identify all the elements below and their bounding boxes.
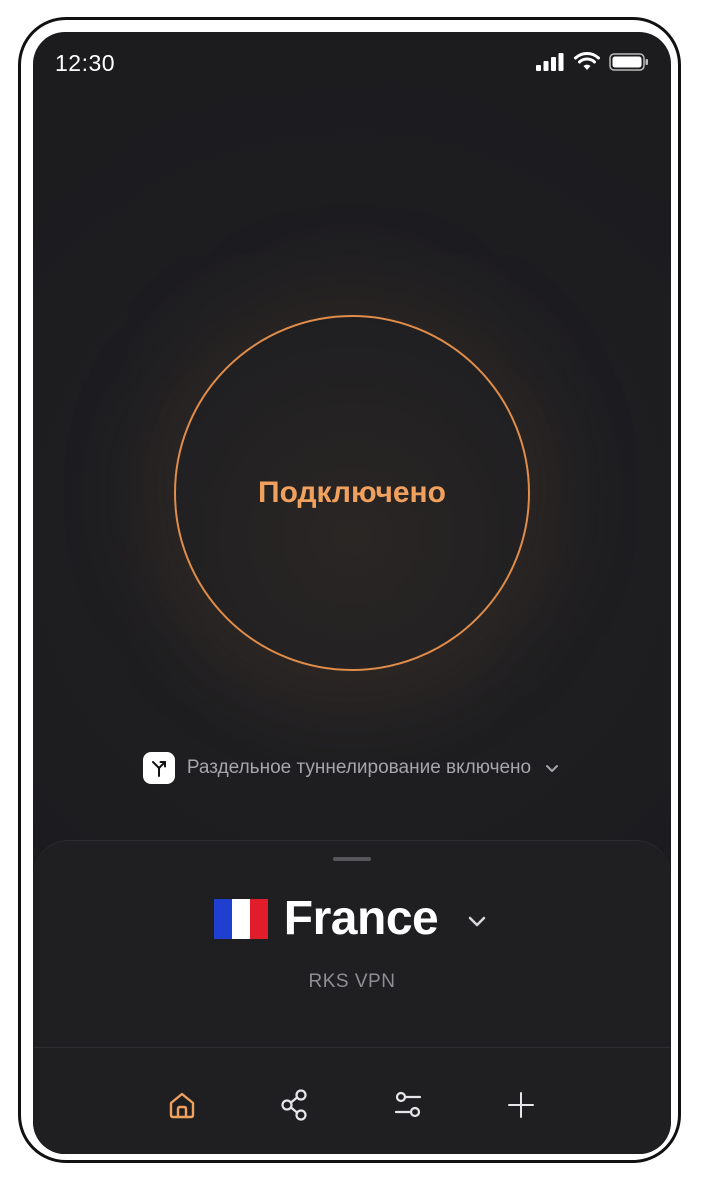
home-icon (169, 1092, 195, 1119)
country-selector[interactable]: France (33, 891, 671, 946)
add-icon (508, 1092, 534, 1118)
share-icon (281, 1089, 307, 1121)
status-time: 12:30 (55, 50, 116, 76)
country-name: France (283, 892, 439, 945)
wifi-icon (574, 52, 600, 70)
signal-icon (536, 53, 564, 71)
france-flag-icon (213, 898, 268, 939)
nav-add[interactable] (493, 1077, 549, 1133)
split-tunneling-label: Раздельное туннелирование включено (186, 757, 532, 778)
provider-name: RKS VPN (308, 971, 396, 992)
settings-sliders-icon (394, 1091, 422, 1118)
connect-button[interactable]: Подключено (174, 315, 530, 671)
chevron-down-icon (546, 765, 559, 772)
nav-divider (33, 1047, 671, 1048)
split-tunnel-icon (142, 752, 175, 784)
split-tunneling-toggle[interactable]: Раздельное туннелирование включено (33, 752, 671, 784)
nav-home[interactable] (154, 1077, 210, 1133)
nav-settings[interactable] (380, 1077, 436, 1133)
status-icons (535, 52, 649, 72)
sheet-drag-handle[interactable] (333, 857, 371, 861)
bottom-nav (33, 1077, 671, 1133)
battery-icon (609, 53, 648, 71)
connection-status-label: Подключено (258, 476, 446, 509)
chevron-down-icon (468, 916, 486, 926)
status-bar: 12:30 (33, 32, 671, 92)
app-screen: 12:30 Подключено Раздельное туннелирован… (33, 32, 671, 1154)
nav-share[interactable] (267, 1077, 323, 1133)
location-sheet: France RKS VPN (33, 840, 671, 1154)
